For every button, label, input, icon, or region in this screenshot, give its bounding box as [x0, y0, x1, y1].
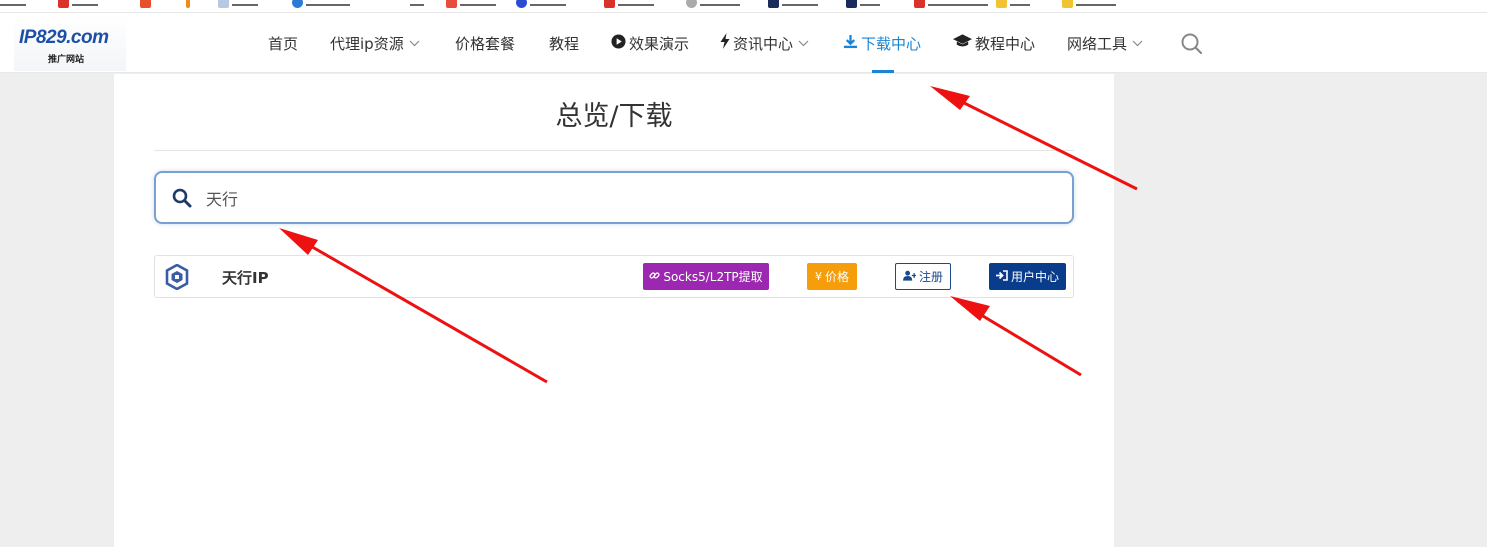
site-logo[interactable]: IP829.com 推广网站 [14, 15, 126, 71]
nav-tutorial-center[interactable]: 教程中心 [953, 13, 1035, 73]
search-icon [1181, 33, 1203, 55]
nav-label: 效果演示 [629, 34, 690, 53]
yen-icon: ¥ [814, 270, 822, 283]
title-divider [154, 150, 1074, 151]
nav-label: 代理ip资源 [330, 34, 404, 53]
nav-home[interactable]: 首页 [268, 13, 298, 73]
chevron-down-icon [798, 37, 809, 50]
badge-label: Socks5/L2TP提取 [663, 270, 763, 284]
nav-label: 教程中心 [975, 34, 1036, 53]
logo-text: IP829.com [19, 27, 109, 48]
bookmark-item[interactable] [446, 0, 496, 8]
badge-label: 价格 [824, 270, 849, 284]
user-center-button[interactable]: 用户中心 [989, 263, 1066, 290]
user-plus-icon [902, 270, 917, 284]
download-icon [843, 34, 858, 53]
download-search-input[interactable] [206, 185, 1046, 211]
graduation-cap-icon [953, 34, 972, 52]
bookmark-item[interactable] [516, 0, 566, 8]
download-search-box[interactable] [154, 171, 1074, 224]
active-nav-indicator [872, 70, 894, 73]
bookmark-item[interactable] [218, 0, 258, 8]
bookmark-item[interactable] [140, 0, 151, 8]
bookmark-item[interactable] [186, 0, 190, 8]
bookmark-item[interactable] [604, 0, 654, 8]
search-icon [172, 188, 192, 208]
bookmark-item[interactable] [846, 0, 880, 8]
nav-label: 网络工具 [1067, 34, 1128, 53]
nav-tutorials[interactable]: 教程 [549, 13, 579, 73]
chevron-down-icon [409, 37, 420, 50]
site-header: IP829.com 推广网站 首页 代理ip资源 价格套餐 教程 效果演示 资讯… [0, 13, 1487, 73]
result-name: 天行IP [222, 269, 269, 287]
nav-label: 下载中心 [861, 34, 922, 53]
result-row: 天行IP Socks5/L2TP提取 ¥ 价格 注册 用户中心 [154, 255, 1074, 298]
sign-in-icon [995, 269, 1008, 284]
link-icon [649, 270, 660, 284]
nav-label: 价格套餐 [455, 34, 516, 53]
badge-label: 用户中心 [1010, 270, 1059, 284]
bookmark-item[interactable] [914, 0, 988, 8]
nav-network-tools[interactable]: 网络工具 [1067, 13, 1143, 73]
header-search-button[interactable] [1180, 32, 1204, 56]
bookmark-item[interactable] [686, 0, 740, 8]
bookmark-item[interactable] [1062, 0, 1116, 8]
nav-demo[interactable]: 效果演示 [611, 13, 689, 73]
play-circle-icon [611, 33, 626, 53]
nav-label: 教程 [549, 34, 580, 53]
bookmark-item[interactable] [292, 0, 350, 8]
nav-label: 首页 [268, 34, 299, 53]
tianxing-logo-icon [165, 263, 189, 291]
page-title: 总览/下载 [555, 101, 673, 132]
nav-label: 资讯中心 [733, 34, 794, 53]
download-card: 总览/下载 天行IP Socks5/L2TP提取 ¥ 价格 [114, 74, 1114, 547]
bolt-icon [720, 33, 730, 53]
price-button[interactable]: ¥ 价格 [807, 263, 857, 290]
bookmarks-bar [0, 0, 1487, 13]
socks5-l2tp-extract-button[interactable]: Socks5/L2TP提取 [643, 263, 769, 290]
bookmark-item[interactable] [0, 0, 26, 8]
register-button[interactable]: 注册 [895, 263, 951, 290]
nav-proxy-ip-resources[interactable]: 代理ip资源 [330, 13, 420, 73]
badge-label: 注册 [918, 270, 943, 284]
nav-news-center[interactable]: 资讯中心 [720, 13, 809, 73]
nav-download-center[interactable]: 下载中心 [843, 13, 921, 73]
logo-subtitle: 推广网站 [48, 55, 85, 65]
bookmark-item[interactable] [996, 0, 1030, 8]
bookmark-item[interactable] [410, 0, 424, 8]
bookmark-item[interactable] [58, 0, 98, 8]
chevron-down-icon [1132, 37, 1143, 50]
nav-pricing[interactable]: 价格套餐 [455, 13, 515, 73]
bookmark-item[interactable] [768, 0, 818, 8]
